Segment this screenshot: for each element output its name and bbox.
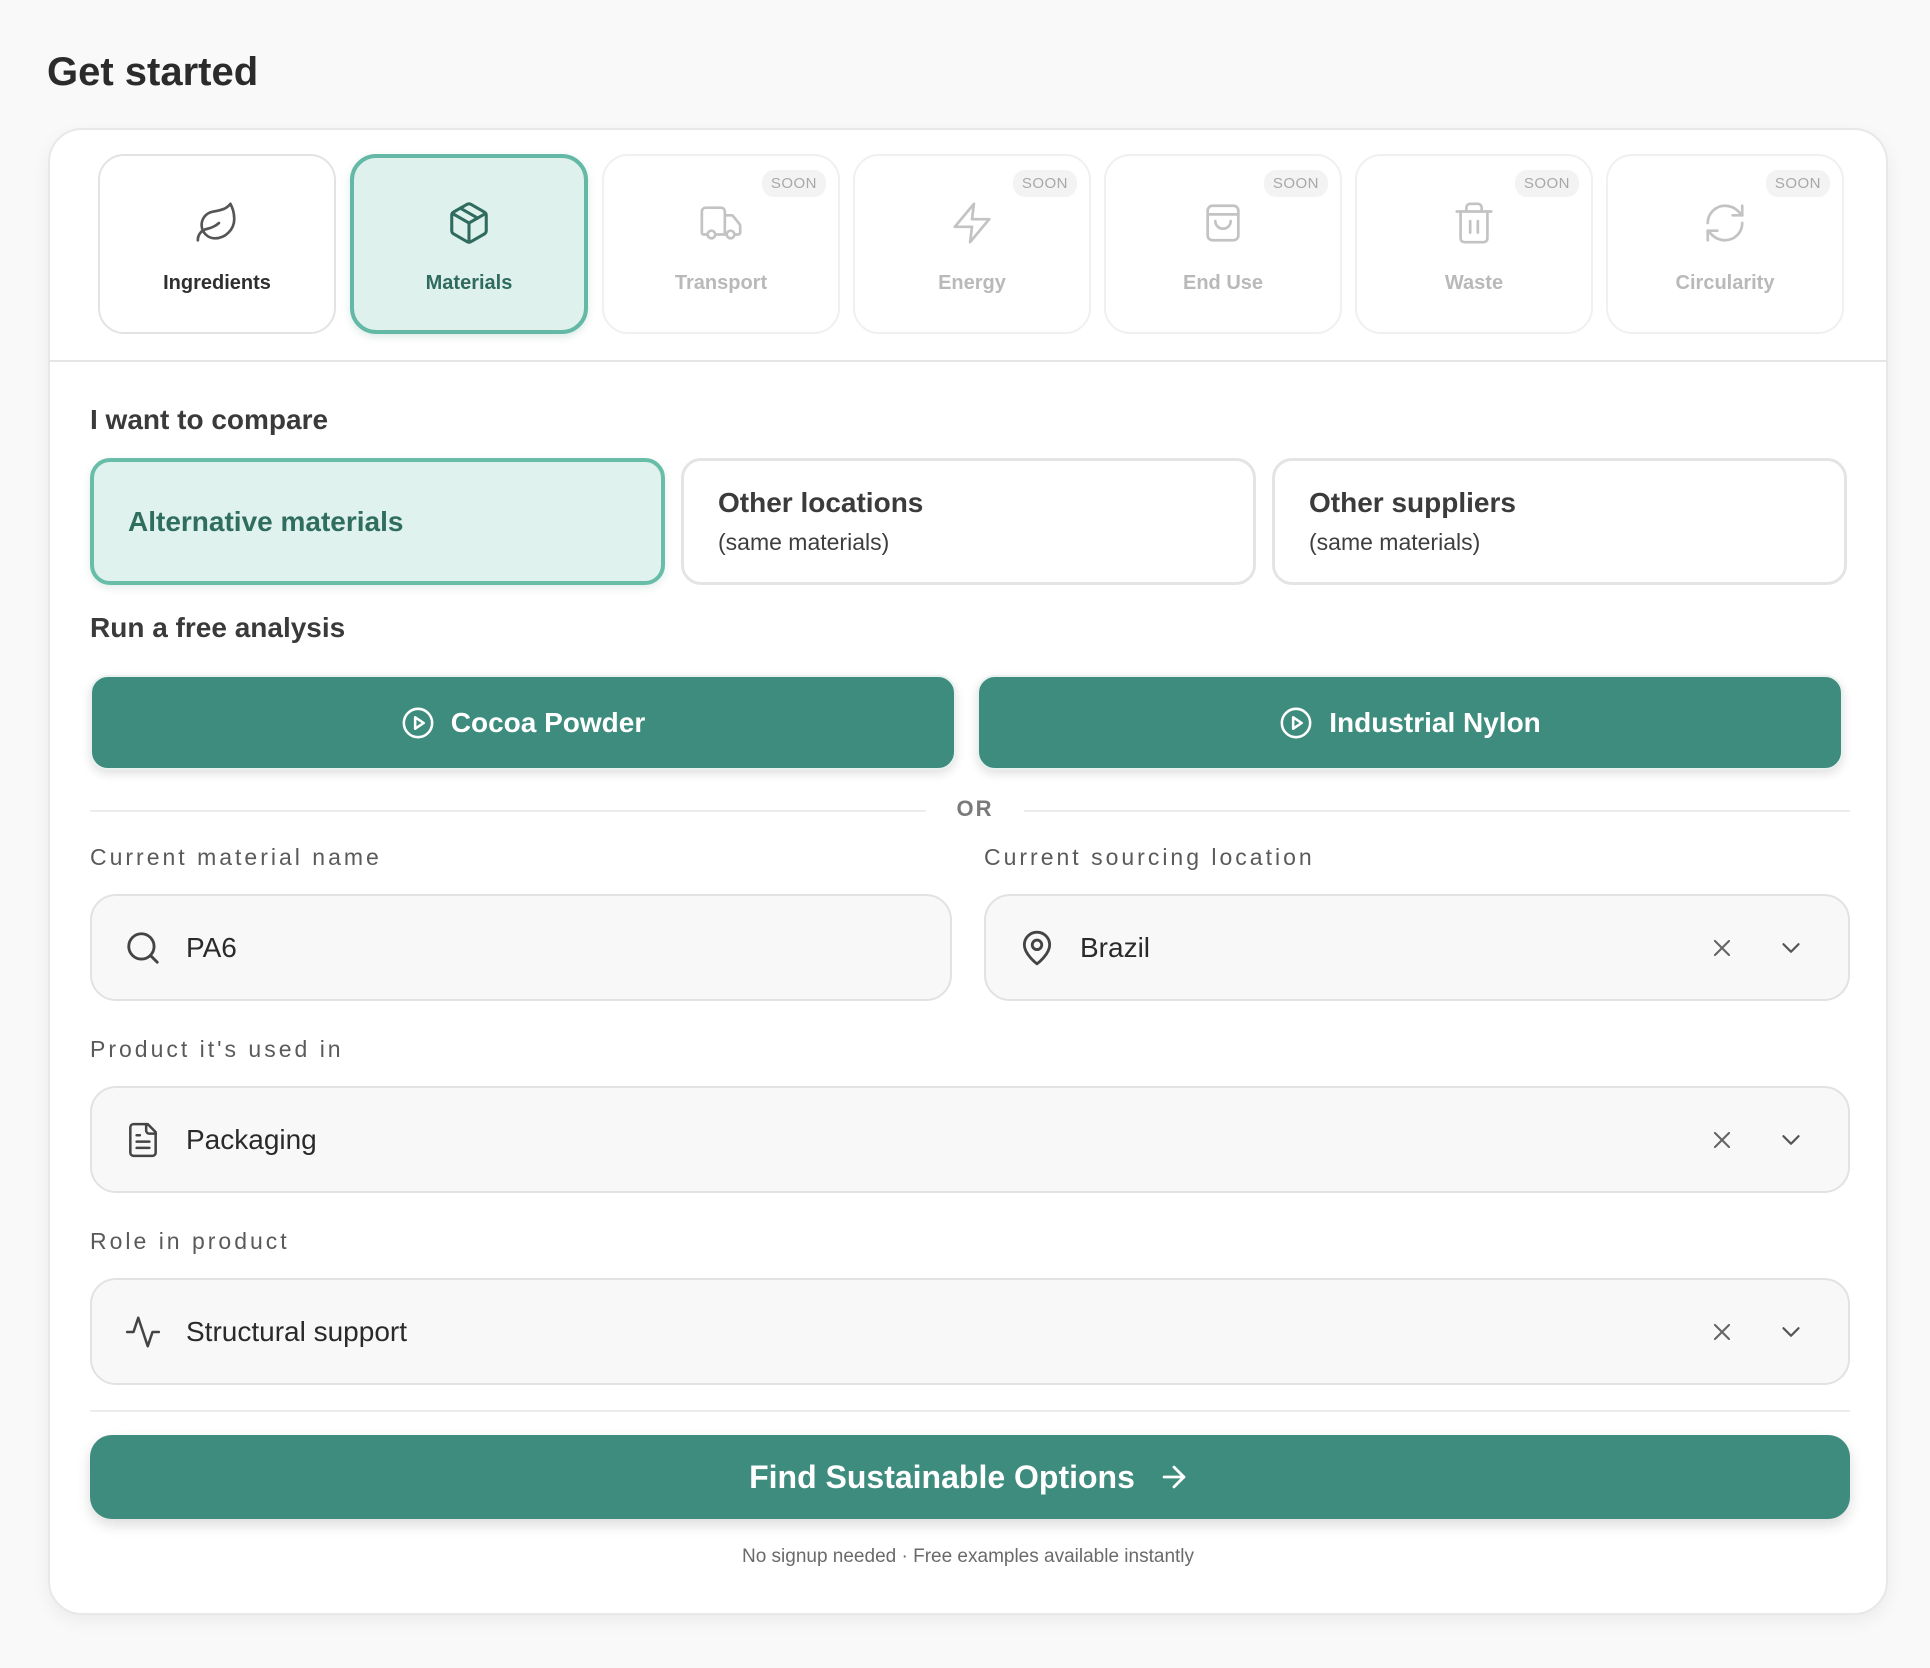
tab-label: Ingredients xyxy=(163,272,271,294)
sourcing-location-label: Current sourcing location xyxy=(984,844,1315,870)
chevron-down-icon[interactable] xyxy=(1776,1317,1806,1347)
leaf-icon xyxy=(196,202,236,242)
tab-label: Transport xyxy=(674,272,768,294)
product-value: Packaging xyxy=(186,1123,317,1155)
divider-line xyxy=(1024,810,1850,812)
compare-option-subtitle: (same materials) xyxy=(1309,529,1481,555)
find-sustainable-options-button[interactable]: Find Sustainable Options xyxy=(90,1435,1850,1519)
tab-ingredients[interactable]: Ingredients xyxy=(98,154,336,334)
shopping-bag-icon xyxy=(1206,204,1240,242)
analysis-heading: Run a free analysis xyxy=(90,612,346,643)
material-name-input[interactable]: PA6 xyxy=(90,894,952,1001)
footnote: No signup needed · Free examples availab… xyxy=(741,1546,1195,1567)
example-label: Industrial Nylon xyxy=(1329,706,1541,738)
product-label: Product it's used in xyxy=(90,1036,344,1062)
or-divider: OR xyxy=(90,796,1850,826)
bottom-divider xyxy=(90,1410,1850,1412)
activity-icon xyxy=(125,1315,161,1348)
chevron-down-icon[interactable] xyxy=(1776,1125,1806,1155)
refresh-icon xyxy=(1706,204,1744,242)
box-icon xyxy=(450,202,488,244)
clear-icon[interactable] xyxy=(1708,934,1736,962)
or-text: OR xyxy=(956,796,994,821)
tabs-divider xyxy=(50,360,1886,362)
example-industrial-nylon-button[interactable]: Industrial Nylon xyxy=(977,675,1843,770)
tab-label: Energy xyxy=(938,272,1006,294)
tab-waste[interactable]: SOON Waste xyxy=(1355,154,1593,334)
material-name-label: Current material name xyxy=(90,844,382,870)
compare-other-suppliers[interactable]: Other suppliers (same materials) xyxy=(1272,458,1847,585)
tab-label: Waste xyxy=(1444,272,1504,294)
category-tabs: Ingredients Materials SOON Transport SOO… xyxy=(98,154,1848,334)
compare-alternative-materials[interactable]: Alternative materials xyxy=(90,458,665,585)
tab-materials[interactable]: Materials xyxy=(350,154,588,334)
tab-energy[interactable]: SOON Energy xyxy=(853,154,1091,334)
compare-heading: I want to compare xyxy=(90,404,329,435)
chevron-down-icon[interactable] xyxy=(1776,933,1806,963)
clear-icon[interactable] xyxy=(1708,1126,1736,1154)
compare-option-title: Alternative materials xyxy=(128,505,404,537)
material-name-value[interactable]: PA6 xyxy=(186,932,950,964)
tab-end-use[interactable]: SOON End Use xyxy=(1104,154,1342,334)
tab-label: Materials xyxy=(425,272,513,294)
compare-option-subtitle: (same materials) xyxy=(718,529,890,555)
divider-line xyxy=(90,810,926,812)
clear-icon[interactable] xyxy=(1708,1318,1736,1346)
tab-circularity[interactable]: SOON Circularity xyxy=(1606,154,1844,334)
soon-badge: SOON xyxy=(761,170,826,197)
search-icon xyxy=(127,931,159,964)
map-pin-icon xyxy=(1022,930,1052,965)
document-icon xyxy=(129,1122,157,1157)
lightning-icon xyxy=(953,202,991,244)
arrow-right-icon xyxy=(1162,1465,1186,1489)
sourcing-location-value: Brazil xyxy=(1080,931,1151,963)
role-select[interactable]: Structural support xyxy=(90,1278,1850,1385)
compare-other-locations[interactable]: Other locations (same materials) xyxy=(681,458,1256,585)
sourcing-location-select[interactable]: Brazil xyxy=(984,894,1850,1001)
compare-option-title: Other suppliers xyxy=(1309,487,1516,518)
page-title: Get started xyxy=(47,50,259,94)
soon-badge: SOON xyxy=(1263,170,1328,197)
truck-icon xyxy=(700,206,742,240)
example-cocoa-powder-button[interactable]: Cocoa Powder xyxy=(90,675,956,770)
soon-badge: SOON xyxy=(1765,170,1830,197)
play-circle-icon xyxy=(402,707,434,738)
tab-transport[interactable]: SOON Transport xyxy=(602,154,840,334)
cta-label: Find Sustainable Options xyxy=(749,1458,1135,1495)
compare-option-title: Other locations xyxy=(718,487,924,518)
role-label: Role in product xyxy=(90,1228,290,1254)
tab-label: Circularity xyxy=(1675,272,1775,294)
soon-badge: SOON xyxy=(1012,170,1077,197)
trash-icon xyxy=(1455,202,1493,244)
example-label: Cocoa Powder xyxy=(450,706,646,738)
soon-badge: SOON xyxy=(1514,170,1579,197)
product-select[interactable]: Packaging xyxy=(90,1086,1850,1193)
role-value: Structural support xyxy=(186,1315,407,1347)
tab-label: End Use xyxy=(1182,272,1264,294)
get-started-card: Ingredients Materials SOON Transport SOO… xyxy=(48,128,1888,1615)
play-circle-icon xyxy=(1280,707,1312,738)
